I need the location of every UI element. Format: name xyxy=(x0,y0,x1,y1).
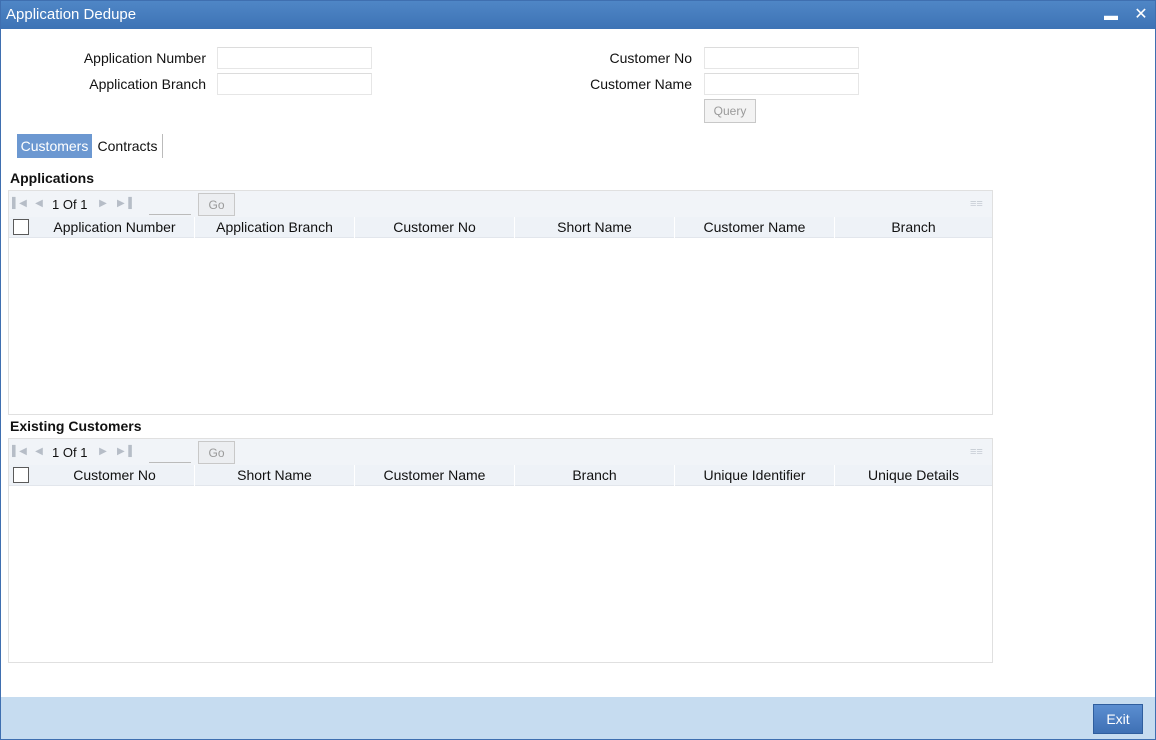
column-header[interactable]: Application Number xyxy=(35,217,195,238)
column-header[interactable]: Unique Identifier xyxy=(675,465,835,486)
select-all-checkbox[interactable] xyxy=(13,467,29,483)
applications-header-row: Application Number Application Branch Cu… xyxy=(9,217,992,238)
page-number-input[interactable] xyxy=(149,194,191,215)
pager-of: Of xyxy=(62,445,77,460)
customer-name-field[interactable] xyxy=(704,73,859,95)
title-bar: Application Dedupe ▬ ✕ xyxy=(1,1,1155,29)
pager-current: 1 xyxy=(52,197,60,212)
existing-customers-pager: ▌◀ ◀ 1 Of 1 ▶ ▶▐ Go ≡≡ xyxy=(9,439,992,465)
exit-button[interactable]: Exit xyxy=(1093,704,1143,734)
application-branch-field[interactable] xyxy=(217,73,372,95)
application-number-field[interactable] xyxy=(217,47,372,69)
tab-contracts[interactable]: Contracts xyxy=(93,134,163,158)
column-header[interactable]: Customer No xyxy=(355,217,515,238)
tab-customers[interactable]: Customers xyxy=(17,134,92,158)
page-number-input[interactable] xyxy=(149,442,191,463)
existing-customers-header-row: Customer No Short Name Customer Name Bra… xyxy=(9,465,992,486)
column-header[interactable]: Short Name xyxy=(515,217,675,238)
pager-current: 1 xyxy=(52,445,60,460)
existing-customers-grid: ▌◀ ◀ 1 Of 1 ▶ ▶▐ Go ≡≡ Customer No Short… xyxy=(8,438,993,663)
close-icon[interactable]: ✕ xyxy=(1133,7,1149,23)
next-page-icon[interactable]: ▶ xyxy=(97,198,109,210)
column-header[interactable]: Customer No xyxy=(35,465,195,486)
pager-total: 1 xyxy=(80,445,88,460)
column-header[interactable]: Branch xyxy=(835,217,992,238)
pager-status: 1 Of 1 xyxy=(52,197,87,212)
minimize-icon[interactable]: ▬ xyxy=(1103,7,1119,23)
go-button[interactable]: Go xyxy=(198,441,235,464)
applications-title: Applications xyxy=(10,170,95,186)
window-title: Application Dedupe xyxy=(6,6,137,23)
query-button[interactable]: Query xyxy=(704,99,756,123)
first-page-icon[interactable]: ▌◀ xyxy=(12,198,27,210)
existing-customers-title: Existing Customers xyxy=(10,418,142,434)
column-header[interactable]: Short Name xyxy=(195,465,355,486)
footer-bar xyxy=(1,697,1155,739)
applications-pager: ▌◀ ◀ 1 Of 1 ▶ ▶▐ Go ≡≡ xyxy=(9,191,992,217)
application-number-label: Application Number xyxy=(83,50,206,66)
customer-no-label: Customer No xyxy=(609,50,692,66)
previous-page-icon[interactable]: ◀ xyxy=(33,198,45,210)
pager-status: 1 Of 1 xyxy=(52,445,87,460)
column-header[interactable]: Customer Name xyxy=(675,217,835,238)
first-page-icon[interactable]: ▌◀ xyxy=(12,446,27,458)
select-all-checkbox[interactable] xyxy=(13,219,29,235)
column-header[interactable]: Branch xyxy=(515,465,675,486)
customer-no-field[interactable] xyxy=(704,47,859,69)
go-button[interactable]: Go xyxy=(198,193,235,216)
grid-options-icon[interactable]: ≡≡ xyxy=(970,446,984,458)
column-header[interactable]: Application Branch xyxy=(195,217,355,238)
column-header[interactable]: Unique Details xyxy=(835,465,992,486)
application-branch-label: Application Branch xyxy=(89,76,206,92)
customer-name-label: Customer Name xyxy=(590,76,692,92)
last-page-icon[interactable]: ▶▐ xyxy=(117,198,132,210)
next-page-icon[interactable]: ▶ xyxy=(97,446,109,458)
application-dedupe-window: Application Dedupe ▬ ✕ Application Numbe… xyxy=(0,0,1156,740)
pager-total: 1 xyxy=(80,197,88,212)
column-header[interactable]: Customer Name xyxy=(355,465,515,486)
pager-of: Of xyxy=(62,197,77,212)
last-page-icon[interactable]: ▶▐ xyxy=(117,446,132,458)
applications-grid: ▌◀ ◀ 1 Of 1 ▶ ▶▐ Go ≡≡ Application Numbe… xyxy=(8,190,993,415)
previous-page-icon[interactable]: ◀ xyxy=(33,446,45,458)
grid-options-icon[interactable]: ≡≡ xyxy=(970,198,984,210)
